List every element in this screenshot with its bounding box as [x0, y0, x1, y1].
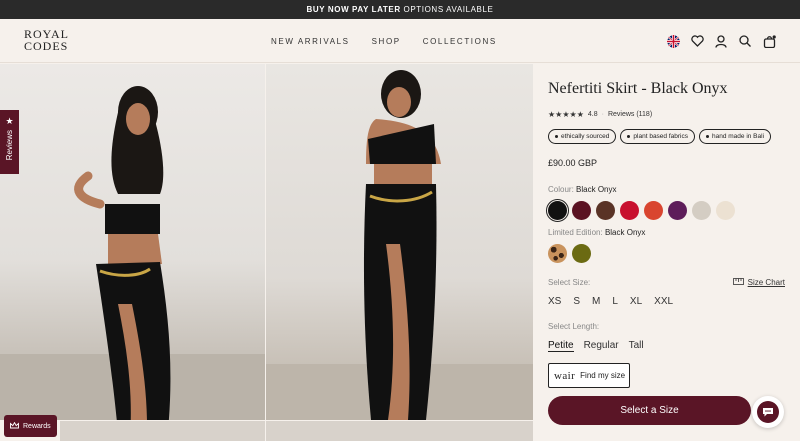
- site-header: ROYAL CODES NEW ARRIVALS SHOP COLLECTION…: [0, 19, 800, 63]
- colour-swatch[interactable]: [572, 201, 591, 220]
- chat-bubble-icon: [757, 401, 779, 423]
- search-icon[interactable]: [738, 34, 752, 48]
- dot-icon: [555, 135, 558, 138]
- nav-collections[interactable]: COLLECTIONS: [423, 37, 497, 46]
- length-option-petite[interactable]: Petite: [548, 340, 574, 352]
- size-option-xs[interactable]: XS: [548, 296, 561, 307]
- badge: hand made in Bali: [698, 129, 772, 144]
- uk-flag-icon[interactable]: [666, 34, 680, 48]
- product-photo-2[interactable]: [266, 64, 533, 420]
- length-option-regular[interactable]: Regular: [584, 340, 619, 352]
- product-title: Nefertiti Skirt - Black Onyx: [548, 80, 728, 97]
- length-option-tall[interactable]: Tall: [629, 340, 644, 352]
- colour-swatches: [546, 199, 735, 222]
- nav-new-arrivals[interactable]: NEW ARRIVALS: [271, 37, 350, 46]
- colour-swatch[interactable]: [716, 201, 735, 220]
- limited-value: Black Onyx: [604, 228, 646, 237]
- size-option-xxl[interactable]: XXL: [654, 296, 673, 307]
- badge-label: plant based fabrics: [633, 133, 688, 140]
- badge: plant based fabrics: [620, 129, 695, 144]
- rating-stars-icon: ★★★★★: [548, 110, 584, 119]
- cart-bag-icon[interactable]: [762, 34, 776, 48]
- colour-swatch[interactable]: [668, 201, 687, 220]
- size-option-s[interactable]: S: [573, 296, 580, 307]
- product-gallery: [0, 64, 533, 441]
- select-size-label: Select Size:: [548, 278, 591, 287]
- rating-divider: ·: [601, 111, 604, 118]
- size-chart-link[interactable]: Size Chart: [732, 278, 785, 287]
- size-options: XS S M L XL XXL: [548, 296, 673, 307]
- dot-icon: [627, 135, 631, 138]
- star-icon: ★: [5, 116, 14, 126]
- colour-swatch[interactable]: [596, 201, 615, 220]
- wishlist-heart-icon[interactable]: [690, 34, 704, 48]
- product-price: £90.00 GBP: [548, 158, 598, 168]
- select-a-size-button[interactable]: Select a Size: [548, 396, 751, 425]
- chat-widget-button[interactable]: [752, 396, 784, 428]
- promo-bar: BUY NOW PAY LATER OPTIONS AVAILABLE: [0, 0, 800, 19]
- product-badges: ethically sourced plant based fabrics ha…: [548, 129, 772, 144]
- logo-line-2: CODES: [24, 39, 69, 53]
- colour-label-text: Colour:: [548, 185, 574, 194]
- limited-swatches: [548, 244, 591, 263]
- reviews-side-tab[interactable]: ★ Reviews: [0, 110, 19, 174]
- main-nav: NEW ARRIVALS SHOP COLLECTIONS: [271, 19, 497, 63]
- promo-text: OPTIONS AVAILABLE: [403, 5, 494, 14]
- header-icons: [666, 19, 776, 63]
- royal-codes-logo[interactable]: ROYAL CODES: [24, 28, 80, 52]
- colour-label: Colour: Black Onyx: [548, 185, 617, 194]
- limited-label-text: Limited Edition:: [548, 228, 603, 237]
- reviews-count: Reviews (118): [607, 111, 653, 118]
- rewards-button[interactable]: Rewards: [4, 415, 57, 437]
- product-rating[interactable]: ★★★★★ 4.8 · Reviews (118): [548, 110, 652, 119]
- badge: ethically sourced: [548, 129, 617, 144]
- limited-edition-label: Limited Edition: Black Onyx: [548, 228, 645, 237]
- select-length-label: Select Length:: [548, 322, 600, 331]
- colour-swatch[interactable]: [644, 201, 663, 220]
- badge-label: hand made in Bali: [711, 133, 765, 140]
- product-photo-1[interactable]: [0, 64, 265, 420]
- find-my-size-button[interactable]: wair Find my size: [548, 363, 630, 388]
- reviews-tab-label: Reviews: [5, 130, 14, 161]
- account-icon[interactable]: [714, 34, 728, 48]
- limited-swatch-olive[interactable]: [572, 244, 591, 263]
- badge-label: ethically sourced: [561, 133, 610, 140]
- next-photo-strip: [60, 421, 265, 441]
- promo-bold: BUY NOW PAY LATER: [306, 5, 401, 14]
- next-photo-strip-2: [266, 421, 533, 441]
- size-option-xl[interactable]: XL: [630, 296, 642, 307]
- size-chart-label: Size Chart: [747, 278, 785, 287]
- wair-logo: wair: [554, 369, 576, 382]
- find-my-size-label: Find my size: [580, 371, 626, 380]
- size-option-l[interactable]: L: [612, 296, 618, 307]
- size-option-m[interactable]: M: [592, 296, 600, 307]
- length-options: Petite Regular Tall: [548, 340, 644, 352]
- rewards-label: Rewards: [23, 422, 51, 430]
- rating-value: 4.8: [587, 111, 598, 118]
- colour-value: Black Onyx: [576, 185, 617, 194]
- crown-icon: [10, 421, 19, 431]
- dot-icon: [705, 135, 709, 138]
- colour-swatch[interactable]: [620, 201, 639, 220]
- nav-shop[interactable]: SHOP: [372, 37, 401, 46]
- limited-swatch-leopard[interactable]: [548, 244, 567, 263]
- ruler-icon: [732, 278, 744, 287]
- colour-swatch-black-onyx[interactable]: [546, 199, 569, 222]
- colour-swatch[interactable]: [692, 201, 711, 220]
